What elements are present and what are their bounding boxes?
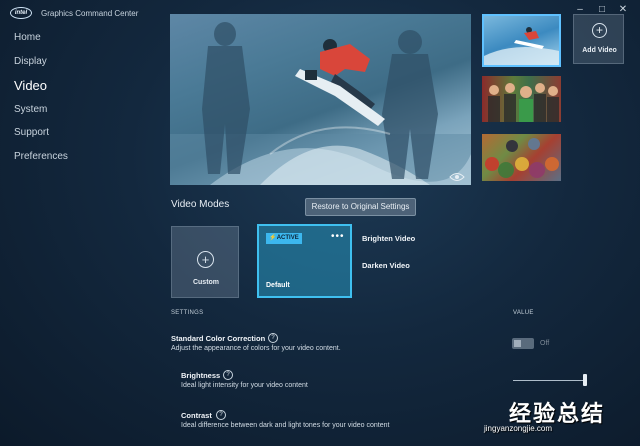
color-correction-toggle[interactable] (512, 338, 534, 349)
setting-title-brightness: Brightness (181, 371, 221, 380)
thumbnail-image (484, 27, 559, 65)
mode-card-default-label: Default (266, 282, 290, 289)
app-window: { "app": { "logo_text": "intel", "title"… (0, 0, 640, 446)
mode-card-custom-label: Custom (192, 279, 220, 286)
intel-logo: intel (10, 7, 32, 19)
watermark-url: jingyanzongjie.com (484, 424, 553, 433)
setting-desc-contrast: Ideal difference between dark and light … (181, 422, 390, 429)
mode-brighten-video[interactable]: Brighten Video (362, 234, 415, 243)
app-title: Graphics Command Center (41, 9, 139, 18)
restore-original-settings-button[interactable]: Restore to Original Settings (305, 198, 416, 216)
eye-icon[interactable] (449, 172, 465, 182)
thumbnail-image (485, 138, 559, 178)
plus-icon: + (592, 23, 607, 38)
video-preview[interactable] (170, 14, 471, 185)
add-video-button[interactable]: + Add Video (573, 14, 624, 64)
help-icon[interactable]: ? (223, 370, 233, 380)
active-badge: ⚡ACTIVE (266, 233, 302, 244)
sidebar-item-video[interactable]: Video (14, 78, 47, 93)
video-modes-title: Video Modes (171, 199, 230, 210)
value-header: VALUE (513, 310, 534, 316)
video-thumbnail-group[interactable] (482, 76, 561, 122)
sidebar-item-home[interactable]: Home (14, 32, 41, 43)
toggle-knob (514, 340, 521, 347)
help-icon[interactable]: ? (216, 410, 226, 420)
sidebar-item-display[interactable]: Display (14, 56, 47, 67)
setting-title-color-correction: Standard Color Correction (171, 334, 266, 343)
sidebar-item-system[interactable]: System (14, 104, 47, 115)
mode-card-default[interactable]: ⚡ACTIVE ••• Default (257, 224, 352, 298)
help-icon[interactable]: ? (268, 333, 278, 343)
sidebar-item-preferences[interactable]: Preferences (14, 151, 68, 162)
settings-header: SETTINGS (171, 310, 204, 316)
sidebar-item-support[interactable]: Support (14, 127, 49, 138)
setting-title-contrast: Contrast (181, 411, 212, 420)
snowboard-scene (170, 22, 471, 185)
video-thumbnail-snowboard[interactable] (482, 14, 561, 67)
add-video-label: Add Video (582, 47, 617, 54)
thumbnail-image (488, 83, 559, 122)
setting-desc-brightness: Ideal light intensity for your video con… (181, 382, 308, 389)
brightness-slider-thumb[interactable] (583, 374, 587, 386)
setting-desc-color-correction: Adjust the appearance of colors for your… (171, 345, 341, 352)
mode-card-custom[interactable]: + Custom (171, 226, 239, 298)
toggle-state-label: Off (540, 340, 550, 347)
plus-icon: + (197, 251, 214, 268)
brightness-slider[interactable] (513, 380, 586, 381)
mode-darken-video[interactable]: Darken Video (362, 261, 410, 270)
video-thumbnail-market[interactable] (482, 134, 561, 181)
more-options-icon[interactable]: ••• (331, 231, 345, 242)
